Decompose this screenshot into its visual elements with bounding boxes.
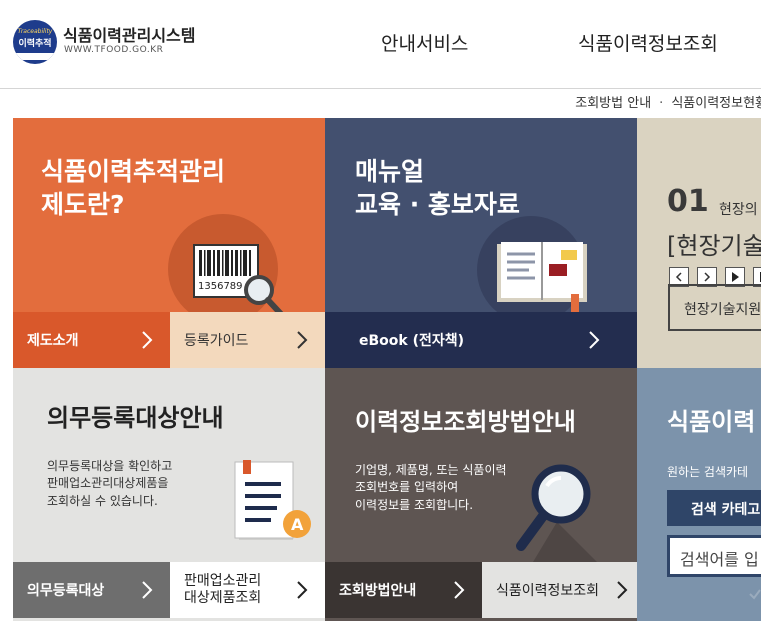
chevron-right-icon [297,331,308,349]
mandatory-target-label: 의무등록대상 [27,583,105,599]
tile-system-title-line2: 제도란? [41,189,125,219]
tile-mandatory: 의무등록대상안내 의무등록대상을 확인하고 판매업소관리대상제품을 조회하실 수… [13,368,325,621]
play-icon [732,272,739,282]
check-icon [749,589,761,600]
site-title[interactable]: 식품이력관리시스템 [63,22,195,46]
tile-search: 식품이력 원하는 검색카테 검색 카테고 검색어를 입 [637,368,761,621]
chevron-right-icon [589,331,600,349]
system-intro-label: 제도소개 [27,333,79,349]
breadcrumb-item-status[interactable]: 식품이력정보현황 [671,96,761,111]
svg-text:A: A [291,515,304,534]
ebook-button[interactable]: eBook (전자책) [325,312,637,368]
tile-lookup-desc-line2: 조회번호를 입력하여 [355,480,459,495]
field-tech-support-button[interactable]: 현장기술지원 [668,284,761,331]
slide-caption: 현장의 [719,202,758,218]
food-history-lookup-button[interactable]: 식품이력정보조회 [482,562,637,618]
tile-search-title: 식품이력 [667,408,756,436]
tile-lookup-guide: 이력정보조회방법안내 기업명, 제품명, 또는 식품이력 조회번호를 입력하여 … [325,368,637,621]
logo-badge[interactable]: Traceability 이력추적 [13,20,57,64]
chevron-right-icon [704,272,711,282]
lookup-method-button[interactable]: 조회방법안내 [325,562,482,618]
tile-system-intro: 식품이력추적관리 제도란? 1356789 제도소개 등록가이드 [13,118,325,368]
tile-lookup-title: 이력정보조회방법안내 [355,408,576,436]
seller-product-lookup-label: 판매업소관리 대상제품조회 [170,573,293,607]
logo-badge-main-text: 이력추적 [18,39,52,49]
tile-lookup-desc-line1: 기업명, 제품명, 또는 식품이력 [355,463,507,477]
seller-product-lookup-button[interactable]: 판매업소관리 대상제품조회 [170,562,325,618]
chevron-left-icon [675,272,682,282]
nav-food-history-lookup[interactable]: 식품이력정보조회 [578,29,718,56]
search-category-button[interactable]: 검색 카테고 [667,490,761,526]
tile-manual: 매뉴얼 교육 · 홍보자료 eBook (전자책) [325,118,637,368]
breadcrumb: 조회방법 안내 · 식품이력정보현황 [575,92,761,111]
breadcrumb-item-lookup-guide[interactable]: 조회방법 안내 [575,96,651,111]
logo-badge-ribbon [15,53,55,60]
seller-product-lookup-line1: 판매업소관리 [184,573,262,590]
tile-system-title: 식품이력추적관리 제도란? [41,156,225,221]
slide-number: 01 [667,184,709,219]
tile-mandatory-desc-line2: 판매업소관리대상제품을 [47,476,169,491]
search-input[interactable]: 검색어를 입 [670,538,761,574]
book-icon [497,242,587,312]
tile-system-title-line1: 식품이력추적관리 [41,157,226,186]
logo-badge-top-text: Traceability [17,28,53,35]
tile-search-desc: 원하는 검색카테 [667,465,749,479]
food-history-lookup-label: 식품이력정보조회 [496,583,600,599]
tile-manual-title: 매뉴얼 교육 · 홍보자료 [355,156,520,221]
nav-guide-service[interactable]: 안내서비스 [381,29,468,56]
lookup-method-label: 조회방법안내 [339,583,417,599]
registration-guide-button[interactable]: 등록가이드 [170,312,325,368]
slide-title: [현장기술 [667,232,761,260]
barcode-number: 1356789 [198,281,243,292]
tile-mandatory-desc-line1: 의무등록대상을 확인하고 [47,459,173,473]
breadcrumb-separator: · [659,96,664,111]
site-url: WWW.TFOOD.GO.KR [64,45,164,55]
site-header: Traceability 이력추적 식품이력관리시스템 WWW.TFOOD.GO… [0,0,761,89]
tile-manual-title-line1: 매뉴얼 [355,157,425,186]
registration-guide-label: 등록가이드 [184,333,249,349]
magnifier-icon [516,464,607,572]
tile-manual-title-line2: 교육 · 홍보자료 [355,189,520,219]
mandatory-target-button[interactable]: 의무등록대상 [13,562,170,618]
tile-lookup-desc-line3: 이력정보를 조회합니다. [355,497,474,512]
system-intro-button[interactable]: 제도소개 [13,312,170,368]
ebook-label: eBook (전자책) [359,333,465,349]
tile-lookup-desc: 기업명, 제품명, 또는 식품이력 조회번호를 입력하여 이력정보를 조회합니다… [355,462,507,514]
tile-field-tech: 01 현장의 [현장기술 현장기술지원 [637,118,761,368]
tile-mandatory-title: 의무등록대상안내 [47,404,224,432]
tile-mandatory-desc-line3: 조회하실 수 있습니다. [47,493,158,508]
chevron-right-icon [142,581,153,599]
chevron-right-icon [617,581,628,599]
document-icon: A [234,460,311,540]
chevron-right-icon [297,581,308,599]
seller-product-lookup-line2: 대상제품조회 [184,590,262,606]
search-input-frame: 검색어를 입 [667,535,761,577]
chevron-right-icon [454,581,465,599]
chevron-right-icon [142,331,153,349]
tile-mandatory-desc: 의무등록대상을 확인하고 판매업소관리대상제품을 조회하실 수 있습니다. [47,458,172,510]
